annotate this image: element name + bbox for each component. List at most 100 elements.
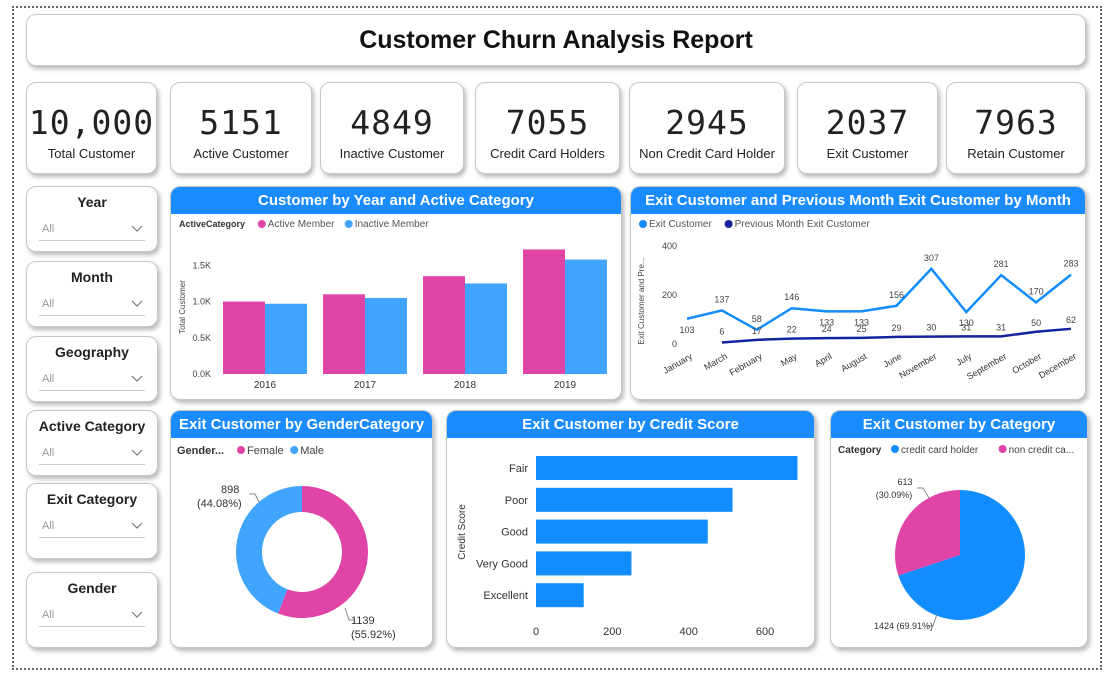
data-label: 170 — [1029, 286, 1044, 296]
legend-label: Exit Customer — [649, 219, 712, 230]
y-tick-label: Excellent — [483, 590, 528, 602]
bar — [465, 283, 507, 374]
kpi-credit-card-holders: 7055 Credit Card Holders — [475, 82, 620, 174]
report-title-card: Customer Churn Analysis Report — [26, 14, 1086, 66]
kpi-label: Exit Customer — [826, 146, 909, 161]
data-label: 30 — [926, 323, 936, 333]
kpi-total-customer: 10,000 Total Customer — [26, 82, 157, 174]
y-tick-label: 400 — [662, 241, 677, 251]
data-label: 156 — [889, 290, 904, 300]
slicer-geography: Geography All — [26, 336, 158, 402]
y-tick-label: 200 — [662, 290, 677, 300]
dropdown-value: All — [42, 373, 55, 385]
legend-marker — [257, 220, 266, 228]
bar — [536, 456, 798, 480]
bar — [536, 487, 733, 512]
legend-title: Gender... — [177, 445, 224, 457]
legend-label: non credit ca... — [1009, 445, 1075, 456]
gender-dropdown[interactable]: All — [39, 604, 145, 627]
kpi-label: Non Credit Card Holder — [639, 146, 775, 161]
legend-label: Inactive Member — [355, 219, 430, 230]
chevron-down-icon — [131, 449, 143, 456]
data-label: 103 — [679, 325, 694, 335]
data-label: 146 — [784, 292, 799, 302]
data-label: 307 — [924, 253, 939, 263]
chevron-down-icon — [131, 300, 143, 307]
dropdown-value: All — [42, 609, 55, 621]
kpi-label: Total Customer — [47, 146, 136, 161]
chevron-down-icon — [131, 611, 143, 618]
legend-marker — [639, 220, 647, 228]
chart-card-exit-month: Exit Customer and Previous Month Exit Cu… — [630, 186, 1086, 400]
year-dropdown[interactable]: All — [39, 218, 145, 241]
slicer-year: Year All — [26, 186, 158, 252]
kpi-value: 10,000 — [28, 103, 155, 142]
y-axis-title: Total Customer — [178, 280, 187, 334]
x-tick-label: 600 — [756, 626, 774, 638]
bar — [523, 249, 565, 374]
slicer-exit-category: Exit Category All — [26, 483, 158, 559]
data-label: 283 — [1063, 259, 1078, 269]
kpi-value: 2037 — [825, 103, 910, 142]
data-label: (30.09%) — [876, 490, 913, 500]
legend-title: Category — [838, 445, 882, 456]
chart-title: Exit Customer by Credit Score — [447, 411, 814, 438]
dropdown-value: All — [42, 520, 55, 532]
slicer-gender: Gender All — [26, 572, 158, 648]
x-tick-label: January — [661, 351, 694, 376]
leader-line — [249, 493, 260, 503]
bar — [536, 551, 632, 576]
slicer-title: Month — [71, 269, 113, 285]
bar — [565, 259, 607, 374]
exit-category-dropdown[interactable]: All — [39, 515, 145, 538]
bar — [365, 297, 407, 374]
bar — [536, 583, 584, 608]
geography-dropdown[interactable]: All — [39, 368, 145, 391]
data-label: 898 — [221, 484, 239, 496]
slicer-title: Geography — [55, 344, 129, 360]
chart-card-category: Exit Customer by Category Category credit… — [830, 410, 1088, 648]
x-tick-label: 0 — [533, 626, 539, 638]
x-tick-label: 2016 — [254, 380, 277, 391]
x-tick-label: December — [1037, 351, 1078, 380]
legend-marker — [290, 446, 299, 454]
credit-score-bar-chart: Fair Poor Good Very Good Excellent 0 200 400 600… — [457, 456, 798, 638]
chart-card-credit-score: Exit Customer by Credit Score Fair Poor Go… — [446, 410, 815, 648]
legend-label: credit card holder — [901, 445, 979, 456]
bar — [323, 294, 365, 374]
slicer-title: Year — [77, 194, 107, 210]
kpi-value: 7963 — [974, 103, 1058, 142]
kpi-label: Inactive Customer — [339, 146, 445, 161]
data-label: 1139 — [351, 615, 375, 627]
bar — [265, 303, 307, 374]
x-tick-label: September — [965, 351, 1008, 382]
legend-label: Male — [300, 445, 324, 457]
slicer-title: Exit Category — [46, 491, 138, 507]
legend-label: Female — [247, 445, 284, 457]
y-tick-label: 0 — [672, 339, 677, 349]
chart-title: Customer by Year and Active Category — [171, 187, 621, 214]
kpi-non-credit-card-holder: 2945 Non Credit Card Holder — [629, 82, 785, 174]
dropdown-value: All — [42, 447, 55, 459]
kpi-label: Credit Card Holders — [490, 146, 605, 161]
month-dropdown[interactable]: All — [39, 293, 145, 316]
legend-label: Active Member — [268, 219, 335, 230]
slicer-title: Active Category — [38, 418, 146, 434]
kpi-retain-customer: 7963 Retain Customer — [946, 82, 1086, 174]
exit-month-line-chart: Exit Customer Previous Month Exit Custome… — [637, 219, 1079, 382]
bar — [536, 519, 708, 544]
kpi-exit-customer: 2037 Exit Customer — [797, 82, 938, 174]
category-pie-chart: Category credit card holder non credit ca.… — [838, 445, 1075, 631]
slicer-month: Month All — [26, 261, 158, 327]
active-category-dropdown[interactable]: All — [39, 442, 145, 465]
legend-marker — [344, 220, 353, 228]
data-label: 1424 (69.91%) — [874, 621, 933, 631]
x-tick-label: 200 — [603, 626, 621, 638]
gender-donut-chart: Gender... Female Male 1139 (55.92%) 898 (44.08… — [177, 445, 396, 641]
chart-title: Exit Customer by GenderCategory — [171, 411, 432, 438]
kpi-inactive-customer: 4849 Inactive Customer — [320, 82, 464, 174]
data-label: 31 — [961, 322, 971, 332]
y-axis-title: Credit Score — [457, 504, 468, 560]
legend-marker — [237, 446, 245, 454]
data-label: 281 — [994, 259, 1009, 269]
